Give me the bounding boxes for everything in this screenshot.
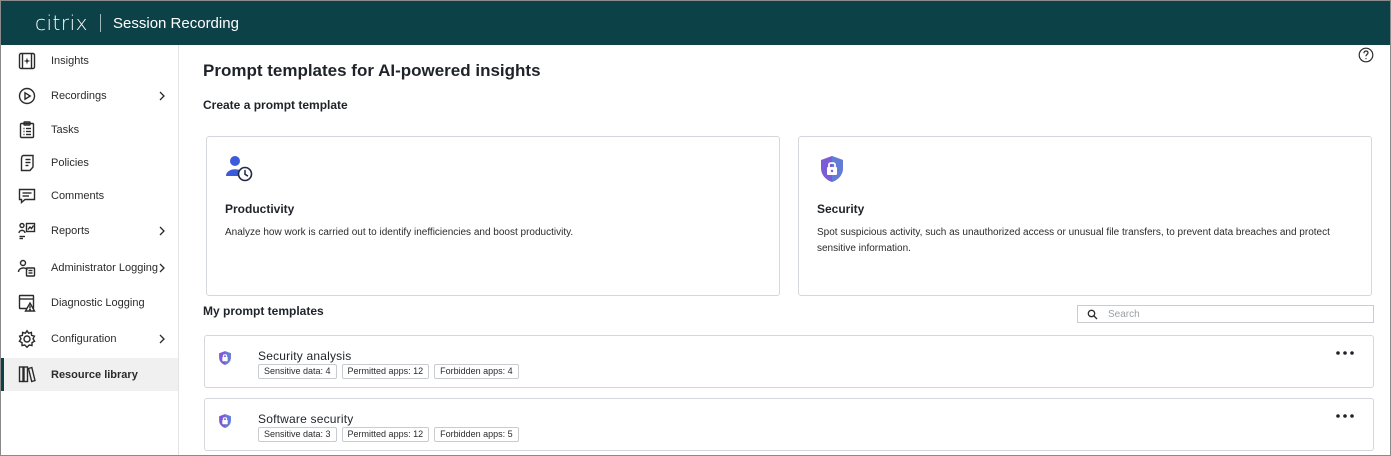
chip-permitted-apps: Permitted apps: 12 [341, 427, 430, 442]
library-books-icon [17, 364, 37, 384]
template-chips: Sensitive data: 4 Permitted apps: 12 For… [258, 364, 519, 379]
security-template-card[interactable]: Security Spot suspicious activity, such … [798, 136, 1372, 296]
search-box [1077, 305, 1374, 323]
reports-icon [17, 221, 37, 241]
template-name[interactable]: Security analysis [258, 349, 351, 363]
sidebar-item-reports[interactable]: Reports [1, 215, 178, 247]
chip-sensitive-data: Sensitive data: 4 [258, 364, 337, 379]
sidebar-item-recordings[interactable]: Recordings [1, 80, 178, 112]
insights-icon [17, 51, 37, 71]
chip-sensitive-data: Sensitive data: 3 [258, 427, 337, 442]
sidebar-item-label: Recordings [51, 90, 107, 102]
product-name: Session Recording [113, 14, 239, 32]
sidebar-item-policies[interactable]: Policies [1, 147, 178, 179]
admin-logging-icon [17, 258, 37, 278]
user-clock-icon [226, 156, 253, 182]
chip-permitted-apps: Permitted apps: 12 [341, 364, 430, 379]
card-description: Spot suspicious activity, such as unauth… [817, 227, 1330, 254]
diagnostic-logging-icon [17, 293, 37, 313]
card-description: Analyze how work is carried out to ident… [225, 227, 574, 238]
brand-divider [100, 14, 102, 32]
comment-icon [17, 186, 37, 206]
sidebar-item-label: Insights [51, 55, 89, 67]
sidebar: Insights Recordings Tasks Policies Comme… [1, 45, 179, 455]
create-section-title: Create a prompt template [203, 98, 348, 112]
chevron-right-icon [159, 263, 165, 273]
chip-forbidden-apps: Forbidden apps: 4 [434, 364, 519, 379]
template-chips: Sensitive data: 3 Permitted apps: 12 For… [258, 427, 519, 442]
document-policy-icon [17, 153, 37, 173]
search-icon [1087, 309, 1098, 320]
sidebar-item-configuration[interactable]: Configuration [1, 323, 178, 355]
template-row-software-security[interactable]: Software security Sensitive data: 3 Perm… [204, 398, 1374, 451]
clipboard-list-icon [17, 120, 37, 140]
more-options-icon[interactable] [1333, 409, 1357, 423]
sidebar-item-label: Configuration [51, 333, 117, 345]
sidebar-item-comments[interactable]: Comments [1, 180, 178, 212]
chip-forbidden-apps: Forbidden apps: 5 [434, 427, 519, 442]
sidebar-item-resource-library[interactable]: Resource library [1, 358, 178, 391]
sidebar-item-label: Comments [51, 190, 105, 202]
search-input[interactable] [1108, 307, 1368, 321]
sidebar-item-insights[interactable]: Insights [1, 45, 178, 77]
sidebar-item-diagnostic-logging[interactable]: Diagnostic Logging [1, 287, 178, 319]
shield-lock-icon [219, 351, 231, 365]
shield-lock-icon [821, 156, 843, 182]
sidebar-item-label: Resource library [51, 368, 138, 381]
sidebar-item-label: Tasks [51, 124, 80, 136]
brand-logo[interactable]: citrix [35, 11, 88, 35]
sidebar-item-tasks[interactable]: Tasks [1, 114, 178, 146]
card-title: Productivity [225, 202, 295, 216]
sidebar-item-label: Diagnostic Logging [51, 297, 145, 309]
sidebar-item-label: Administrator Logging [51, 262, 159, 274]
more-options-icon[interactable] [1333, 346, 1357, 360]
sidebar-item-label: Reports [51, 225, 90, 237]
chevron-right-icon [159, 91, 165, 101]
productivity-template-card[interactable]: Productivity Analyze how work is carried… [206, 136, 780, 296]
template-row-security-analysis[interactable]: Security analysis Sensitive data: 4 Perm… [204, 335, 1374, 388]
my-templates-section-title: My prompt templates [203, 304, 324, 318]
sidebar-item-label: Policies [51, 157, 89, 169]
chevron-right-icon [159, 334, 165, 344]
page-title: Prompt templates for AI-powered insights [203, 61, 541, 80]
gear-icon [17, 329, 37, 349]
template-name[interactable]: Software security [258, 412, 353, 426]
play-circle-icon [17, 86, 37, 106]
help-icon[interactable] [1358, 47, 1374, 63]
sidebar-item-administrator-logging[interactable]: Administrator Logging [1, 252, 178, 284]
shield-lock-icon [219, 414, 231, 428]
chevron-right-icon [159, 226, 165, 236]
top-bar: citrix Session Recording [1, 1, 1390, 45]
card-title: Security [817, 202, 865, 216]
